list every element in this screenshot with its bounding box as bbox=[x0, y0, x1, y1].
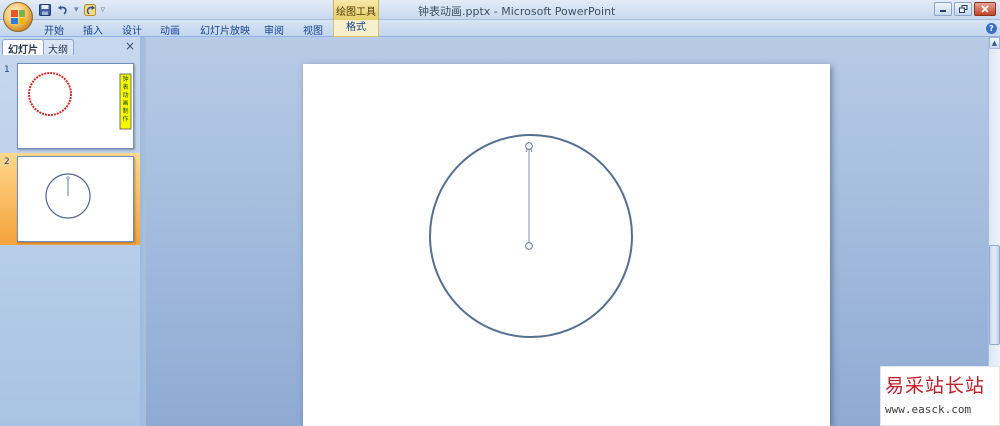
slide-thumbnail-1[interactable]: 钟表动画制作 bbox=[17, 63, 134, 149]
tab-animations[interactable]: 动画 bbox=[160, 22, 180, 37]
watermark-logo: 易采站长站 www.easck.com bbox=[880, 366, 1000, 426]
minimize-icon[interactable] bbox=[934, 2, 952, 16]
slide-canvas[interactable] bbox=[303, 64, 830, 426]
tab-review[interactable]: 审阅 bbox=[264, 22, 284, 37]
pane-tabs: 幻灯片 大纲 bbox=[2, 39, 74, 56]
customize-toolbar-icon[interactable]: ▿ bbox=[101, 5, 106, 15]
scroll-up-icon[interactable]: ▲ bbox=[989, 37, 1000, 49]
slide-1-preview bbox=[28, 72, 132, 130]
tab-view[interactable]: 视图 bbox=[303, 22, 323, 37]
slide-thumbnail-row[interactable]: 1 钟表动画制作 bbox=[0, 61, 140, 153]
dropdown-arrow-icon[interactable]: ▾ bbox=[74, 5, 79, 15]
quick-access-toolbar: ▾ ▿ bbox=[38, 3, 105, 17]
help-icon[interactable]: ? bbox=[986, 23, 997, 34]
maximize-icon[interactable] bbox=[954, 2, 972, 16]
slide-1-vertical-text: 钟表动画制作 bbox=[122, 76, 129, 123]
tab-design[interactable]: 设计 bbox=[122, 22, 142, 37]
scroll-thumb[interactable] bbox=[989, 245, 1000, 345]
slide-editing-area bbox=[146, 37, 988, 426]
redo-icon[interactable] bbox=[83, 3, 97, 17]
title-bar: ▾ ▿ 绘图工具 钟表动画.pptx - Microsoft PowerPoin… bbox=[0, 0, 1000, 20]
close-icon[interactable] bbox=[974, 2, 996, 16]
slide-number: 1 bbox=[4, 65, 10, 75]
drawing-tools-group-header: 绘图工具 bbox=[333, 0, 379, 20]
slides-pane: 幻灯片 大纲 × 1 钟表动画制作 2 bbox=[0, 37, 143, 426]
window-title: 钟表动画.pptx - Microsoft PowerPoint bbox=[418, 5, 616, 18]
tab-outline[interactable]: 大纲 bbox=[42, 39, 74, 56]
tab-insert[interactable]: 插入 bbox=[83, 22, 103, 37]
watermark-url: www.easck.com bbox=[885, 403, 972, 416]
close-pane-icon[interactable]: × bbox=[125, 39, 135, 53]
tab-home[interactable]: 开始 bbox=[44, 22, 64, 37]
watermark-title: 易采站长站 bbox=[885, 375, 986, 397]
tab-format[interactable]: 格式 bbox=[333, 20, 379, 37]
slide-thumbnail-row-selected[interactable]: 2 bbox=[0, 153, 140, 245]
slide-thumbnail-2[interactable] bbox=[17, 156, 134, 242]
slide-number: 2 bbox=[4, 157, 10, 167]
slide-2-content bbox=[429, 134, 633, 338]
office-logo-icon bbox=[11, 10, 25, 24]
line-end-handle[interactable] bbox=[525, 242, 533, 250]
line-start-handle[interactable] bbox=[525, 142, 533, 150]
save-icon[interactable] bbox=[38, 3, 52, 17]
undo-icon[interactable] bbox=[56, 3, 70, 17]
slide-2-preview bbox=[45, 173, 91, 219]
tab-slide-show[interactable]: 幻灯片放映 bbox=[200, 22, 250, 37]
window-controls bbox=[934, 2, 996, 16]
office-button[interactable] bbox=[3, 2, 33, 32]
tab-slides[interactable]: 幻灯片 bbox=[2, 39, 44, 56]
clock-face-circle[interactable] bbox=[429, 134, 633, 338]
ribbon-tab-row: 开始 插入 设计 动画 幻灯片放映 审阅 视图 格式 ? bbox=[0, 20, 1000, 37]
